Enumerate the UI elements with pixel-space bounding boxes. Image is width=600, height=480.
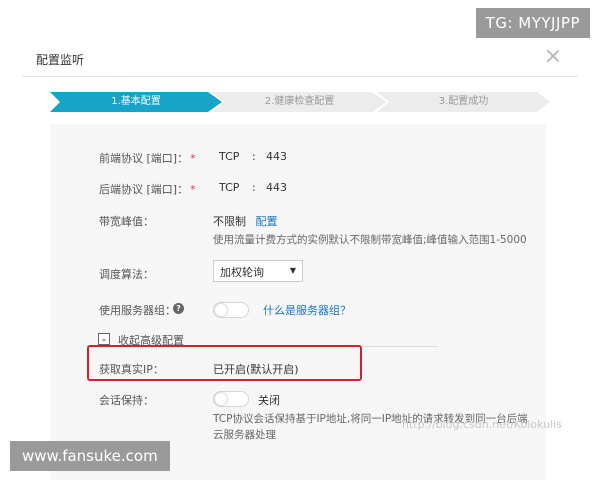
frontend-protocol-value: TCP bbox=[219, 150, 240, 163]
toggle-knob bbox=[215, 304, 227, 316]
collapse-icon[interactable]: ⌄ bbox=[98, 333, 110, 345]
algorithm-label: 调度算法： bbox=[99, 268, 154, 281]
algorithm-selected-value: 加权轮询 bbox=[220, 266, 264, 279]
backend-port-value: 443 bbox=[266, 181, 287, 194]
wizard-steps: 1.基本配置 2.健康检查配置 3.配置成功 bbox=[50, 92, 550, 112]
csdn-watermark: http://blog.csdn.net/Kolokulis bbox=[402, 418, 562, 431]
step-config-success[interactable]: 3.配置成功 bbox=[377, 92, 550, 112]
frontend-port-separator: : bbox=[252, 150, 256, 163]
dialog-title: 配置监听 bbox=[36, 53, 85, 67]
bandwidth-value-text: 不限制 bbox=[213, 215, 246, 228]
close-icon[interactable] bbox=[546, 49, 560, 63]
backend-protocol-text: 后端协议 [端口]： bbox=[99, 183, 189, 196]
server-group-label: 使用服务器组： bbox=[99, 304, 176, 317]
bandwidth-hint: 使用流量计费方式的实例默认不限制带宽峰值;峰值输入范围1-5000 bbox=[213, 234, 527, 246]
required-mark: * bbox=[190, 183, 196, 196]
bandwidth-label: 带宽峰值： bbox=[99, 215, 154, 228]
step-basic-config[interactable]: 1.基本配置 bbox=[50, 92, 222, 112]
backend-port-separator: : bbox=[252, 181, 256, 194]
session-toggle[interactable] bbox=[213, 391, 249, 407]
frontend-port-value: 443 bbox=[266, 150, 287, 163]
bandwidth-value: 不限制 配置 bbox=[213, 213, 278, 229]
backend-protocol-label: 后端协议 [端口]： * bbox=[99, 181, 196, 197]
caret-down-icon: ▼ bbox=[289, 266, 296, 275]
title-divider bbox=[22, 76, 578, 77]
step-health-check[interactable]: 2.健康检查配置 bbox=[212, 92, 387, 112]
session-hint-line2: 云服务器处理 bbox=[213, 429, 276, 441]
frontend-protocol-text: 前端协议 [端口]： bbox=[99, 152, 189, 165]
bandwidth-config-link[interactable]: 配置 bbox=[256, 215, 278, 228]
frontend-protocol-label: 前端协议 [端口]： * bbox=[99, 150, 196, 166]
server-group-help-link[interactable]: 什么是服务器组？ bbox=[263, 302, 351, 318]
highlight-box bbox=[87, 345, 362, 381]
required-mark: * bbox=[190, 152, 196, 165]
server-group-toggle[interactable] bbox=[213, 302, 249, 318]
site-badge: www.fansuke.com bbox=[10, 441, 170, 471]
session-toggle-label: 关闭 bbox=[258, 394, 280, 407]
toggle-knob bbox=[215, 393, 227, 405]
backend-protocol-value: TCP bbox=[219, 181, 240, 194]
tg-badge: TG: MYYJJPP bbox=[475, 8, 590, 38]
session-label: 会话保持： bbox=[99, 394, 154, 407]
help-icon[interactable]: ? bbox=[173, 303, 184, 314]
algorithm-select[interactable]: 加权轮询 ▼ bbox=[213, 260, 303, 282]
